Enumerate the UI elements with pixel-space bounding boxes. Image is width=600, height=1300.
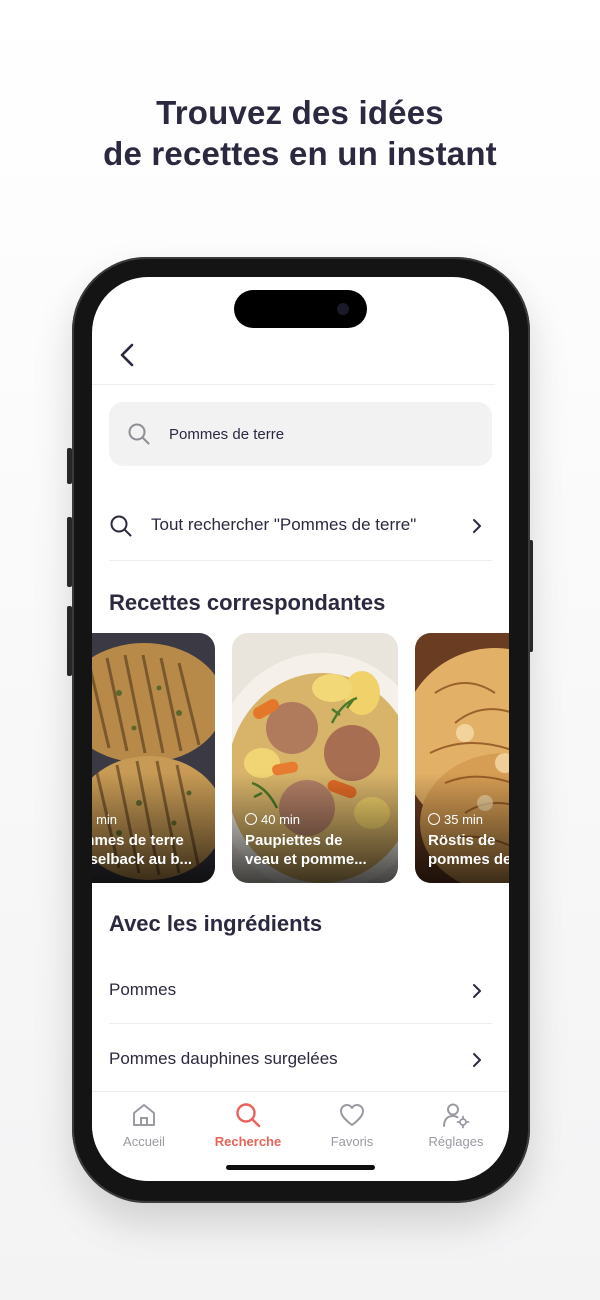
- recipes-carousel[interactable]: 45 min Pommes de terre Hasselback au b..…: [92, 633, 509, 883]
- chevron-right-icon: [473, 519, 481, 533]
- heart-icon: [340, 1104, 364, 1126]
- search-all-row[interactable]: Tout rechercher "Pommes de terre": [109, 501, 492, 551]
- chevron-left-icon: [120, 343, 134, 367]
- search-icon: [128, 423, 150, 445]
- tab-favoris[interactable]: Favoris: [307, 1101, 397, 1155]
- search-icon: [110, 515, 132, 537]
- recipe-card[interactable]: 40 min Paupiettes de veau et pomme...: [232, 633, 398, 883]
- recipe-title: Röstis de pommes de...: [428, 831, 509, 869]
- recipe-card[interactable]: 45 min Pommes de terre Hasselback au b..…: [92, 633, 215, 883]
- recipe-title-line1: Pommes de terre: [92, 832, 184, 849]
- search-icon: [236, 1103, 261, 1128]
- search-divider: [109, 560, 492, 561]
- promo-headline: Trouvez des idées de recettes en un inst…: [0, 92, 600, 174]
- ingredient-label: Pommes dauphines surgelées: [109, 1049, 338, 1068]
- ingredient-divider: [109, 1023, 492, 1024]
- recipe-time-value: 40 min: [261, 812, 301, 827]
- home-indicator[interactable]: [226, 1165, 375, 1170]
- tab-label: Réglages: [428, 1134, 484, 1149]
- recipe-title-line2: veau et pomme...: [245, 851, 367, 868]
- search-input[interactable]: [169, 416, 469, 452]
- ingredient-row-pommes[interactable]: Pommes: [109, 960, 492, 1020]
- tab-label: Recherche: [214, 1134, 282, 1149]
- recipe-title-line2: pommes de...: [428, 851, 509, 868]
- home-icon: [133, 1104, 155, 1126]
- back-button[interactable]: [114, 339, 142, 371]
- tab-reglages[interactable]: Réglages: [411, 1101, 501, 1155]
- recipe-title: Pommes de terre Hasselback au b...: [92, 831, 207, 869]
- recipe-time-value: 45 min: [92, 812, 118, 827]
- section-title-ingredients: Avec les ingrédients: [109, 911, 323, 936]
- tabbar-divider: [92, 1091, 509, 1092]
- chevron-right-icon: [473, 1053, 481, 1067]
- clock-icon: [245, 813, 257, 825]
- recipe-time-value: 35 min: [444, 812, 484, 827]
- promo-headline-line2: de recettes en un instant: [103, 135, 497, 172]
- tab-recherche[interactable]: Recherche: [203, 1101, 293, 1155]
- clock-icon: [428, 813, 440, 825]
- recipe-title-line2: Hasselback au b...: [92, 851, 193, 868]
- recipe-card[interactable]: 35 min Röstis de pommes de...: [415, 633, 509, 883]
- chevron-right-icon: [473, 984, 481, 998]
- phone-screen: Tout rechercher "Pommes de terre" Recett…: [92, 277, 509, 1181]
- tab-accueil[interactable]: Accueil: [99, 1101, 189, 1155]
- dynamic-island: [234, 290, 367, 328]
- recipe-time: 40 min: [245, 812, 300, 827]
- ingredient-row-pommes-dauphines[interactable]: Pommes dauphines surgelées: [109, 1029, 492, 1089]
- recipe-title: Paupiettes de veau et pomme...: [245, 831, 390, 869]
- tab-label: Accueil: [123, 1134, 165, 1149]
- search-bar[interactable]: [109, 402, 492, 466]
- recipe-time: 35 min: [428, 812, 483, 827]
- header-divider: [92, 384, 495, 385]
- ingredient-label: Pommes: [109, 980, 177, 999]
- promo-headline-line1: Trouvez des idées: [156, 94, 444, 131]
- recipe-title-line1: Paupiettes de: [245, 832, 343, 849]
- recipe-time: 45 min: [92, 812, 117, 827]
- recipe-title-line1: Röstis de: [428, 832, 496, 849]
- section-title-recipes: Recettes correspondantes: [109, 590, 386, 615]
- search-all-label: Tout rechercher "Pommes de terre": [151, 515, 417, 534]
- tab-label: Favoris: [330, 1134, 374, 1149]
- user-settings-icon: [443, 1103, 470, 1129]
